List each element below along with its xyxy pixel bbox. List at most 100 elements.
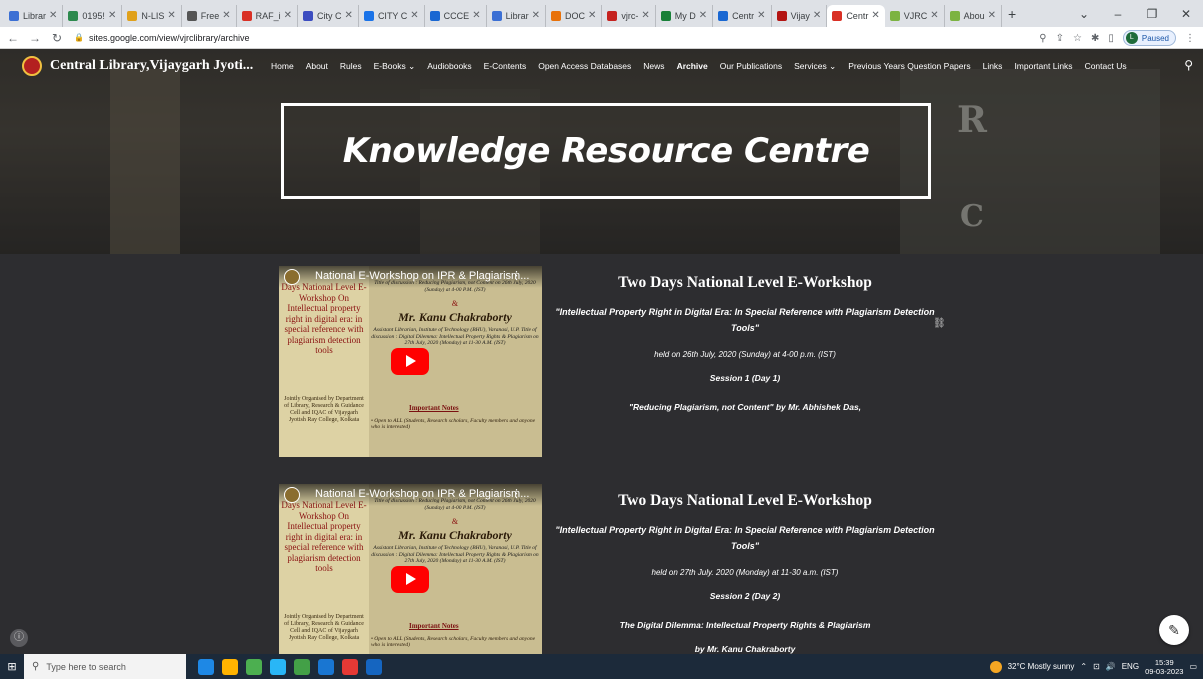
browser-tab[interactable]: Librar ✕: [4, 4, 64, 27]
new-tab-button[interactable]: +: [1008, 6, 1016, 22]
tab-close-icon[interactable]: ✕: [588, 10, 596, 21]
site-title[interactable]: Central Library,Vijaygarh Jyoti...: [50, 58, 253, 74]
tab-search-icon[interactable]: ⌄: [1067, 7, 1101, 21]
volume-icon[interactable]: 🔊: [1106, 662, 1116, 671]
play-icon[interactable]: [391, 348, 429, 375]
nav-item[interactable]: E-Contents: [484, 61, 527, 72]
channel-avatar-icon[interactable]: [284, 269, 300, 285]
tray-overflow-icon[interactable]: ⌃: [1080, 662, 1087, 671]
zoom-icon[interactable]: ⚲: [1039, 33, 1046, 44]
tab-close-icon[interactable]: ✕: [222, 10, 230, 21]
close-icon[interactable]: ✕: [1169, 7, 1203, 21]
network-icon[interactable]: ⊡: [1093, 662, 1100, 671]
weather-text[interactable]: 32°C Mostly sunny: [1008, 662, 1075, 671]
nav-item[interactable]: Audiobooks: [427, 61, 471, 72]
youtube-video-embed[interactable]: Days National Level E-Workshop On Intell…: [279, 266, 542, 457]
video-more-icon[interactable]: ⋮: [511, 487, 522, 500]
browser-tab[interactable]: DOC ✕: [546, 4, 603, 27]
browser-tab[interactable]: RAF_i ✕: [237, 4, 299, 27]
taskbar-app-icon[interactable]: [246, 658, 262, 675]
bookmark-star-icon[interactable]: ☆: [1073, 33, 1082, 44]
reload-icon[interactable]: ↻: [48, 31, 66, 45]
tab-close-icon[interactable]: ✕: [871, 10, 879, 21]
browser-tab[interactable]: N-LIS ✕: [122, 4, 182, 27]
browser-tab[interactable]: Abou ✕: [945, 4, 1003, 27]
browser-tab[interactable]: 0195! ✕: [63, 4, 123, 27]
browser-tab[interactable]: Centr ✕: [827, 4, 885, 27]
video-more-icon[interactable]: ⋮: [511, 269, 522, 282]
search-icon[interactable]: ⚲: [1184, 58, 1193, 72]
channel-avatar-icon[interactable]: [284, 487, 300, 503]
taskbar-app-icon[interactable]: [294, 658, 310, 675]
tab-close-icon[interactable]: ✕: [930, 10, 938, 21]
browser-tab[interactable]: Free ✕: [182, 4, 237, 27]
nav-item[interactable]: Links: [983, 61, 1003, 72]
tab-label: RAF_i: [255, 10, 281, 21]
tab-close-icon[interactable]: ✕: [532, 10, 540, 21]
browser-tab[interactable]: Vijay ✕: [772, 4, 828, 27]
tab-favicon-icon: [889, 10, 900, 21]
browser-menu-icon[interactable]: ⋮: [1185, 33, 1195, 44]
profile-button[interactable]: L Paused: [1122, 30, 1176, 46]
browser-tab[interactable]: My D ✕: [656, 4, 714, 27]
minimize-icon[interactable]: –: [1101, 7, 1135, 21]
browser-tab[interactable]: City C ✕: [298, 4, 359, 27]
nav-item[interactable]: Home: [271, 61, 294, 72]
browser-tab[interactable]: CCCE ✕: [425, 4, 487, 27]
tab-close-icon[interactable]: ✕: [49, 10, 57, 21]
language-indicator[interactable]: ENG: [1122, 662, 1139, 671]
tab-close-icon[interactable]: ✕: [641, 10, 649, 21]
taskbar-app-icon[interactable]: [198, 658, 214, 675]
nav-item[interactable]: Previous Years Question Papers: [848, 61, 970, 72]
taskbar-app-icon[interactable]: [222, 658, 238, 675]
video-title[interactable]: National E-Workshop on IPR & Plagiarism.…: [315, 488, 529, 500]
tab-close-icon[interactable]: ✕: [167, 10, 175, 21]
tab-close-icon[interactable]: ✕: [813, 10, 821, 21]
tab-close-icon[interactable]: ✕: [410, 10, 418, 21]
tab-close-icon[interactable]: ✕: [699, 10, 707, 21]
nav-item[interactable]: Important Links: [1014, 61, 1072, 72]
sidepanel-icon[interactable]: ▯: [1108, 33, 1114, 44]
nav-item[interactable]: E-Books ⌄: [374, 61, 416, 72]
extensions-icon[interactable]: ✱: [1091, 33, 1099, 44]
nav-item[interactable]: Rules: [340, 61, 362, 72]
youtube-video-embed[interactable]: Days National Level E-Workshop On Intell…: [279, 484, 542, 654]
maximize-icon[interactable]: ❐: [1135, 7, 1169, 21]
copy-link-icon[interactable]: ⛓: [933, 318, 946, 329]
taskbar-app-icon[interactable]: [318, 658, 334, 675]
share-icon[interactable]: ⇪: [1056, 33, 1064, 44]
edit-pencil-icon[interactable]: ✎: [1159, 615, 1189, 645]
nav-item[interactable]: Services ⌄: [794, 61, 836, 72]
site-logo-icon[interactable]: [22, 56, 42, 76]
taskbar-app-icon[interactable]: [366, 658, 382, 675]
url-field[interactable]: 🔒 sites.google.com/view/vjrclibrary/arch…: [74, 33, 250, 43]
tab-close-icon[interactable]: ✕: [345, 10, 353, 21]
windows-start-icon[interactable]: ⊞: [0, 660, 24, 673]
browser-tab[interactable]: VJRC ✕: [885, 4, 945, 27]
taskbar-app-icon[interactable]: [342, 658, 358, 675]
nav-item[interactable]: Contact Us: [1085, 61, 1127, 72]
browser-tab[interactable]: CITY C ✕: [359, 4, 425, 27]
tab-close-icon[interactable]: ✕: [284, 10, 292, 21]
play-icon[interactable]: [391, 566, 429, 593]
tab-close-icon[interactable]: ✕: [108, 10, 116, 21]
tab-close-icon[interactable]: ✕: [472, 10, 480, 21]
clock[interactable]: 15:39 09-03-2023: [1145, 658, 1183, 676]
tab-close-icon[interactable]: ✕: [757, 10, 765, 21]
taskbar-search[interactable]: ⚲ Type here to search: [24, 654, 186, 679]
browser-tab[interactable]: vjrc- ✕: [602, 4, 656, 27]
back-icon[interactable]: ←: [4, 31, 22, 45]
nav-item[interactable]: About: [306, 61, 328, 72]
nav-item[interactable]: Our Publications: [720, 61, 782, 72]
nav-item[interactable]: Archive: [677, 61, 708, 72]
video-title[interactable]: National E-Workshop on IPR & Plagiarism.…: [315, 270, 529, 282]
info-icon[interactable]: ⓘ: [10, 629, 28, 647]
notifications-icon[interactable]: ▭: [1189, 662, 1197, 671]
taskbar-app-icon[interactable]: [270, 658, 286, 675]
browser-tab[interactable]: Centr ✕: [713, 4, 772, 27]
tab-close-icon[interactable]: ✕: [988, 10, 996, 21]
nav-item[interactable]: Open Access Databases: [538, 61, 631, 72]
browser-tab[interactable]: Librar ✕: [487, 4, 546, 27]
forward-icon[interactable]: →: [26, 31, 44, 45]
nav-item[interactable]: News: [643, 61, 664, 72]
